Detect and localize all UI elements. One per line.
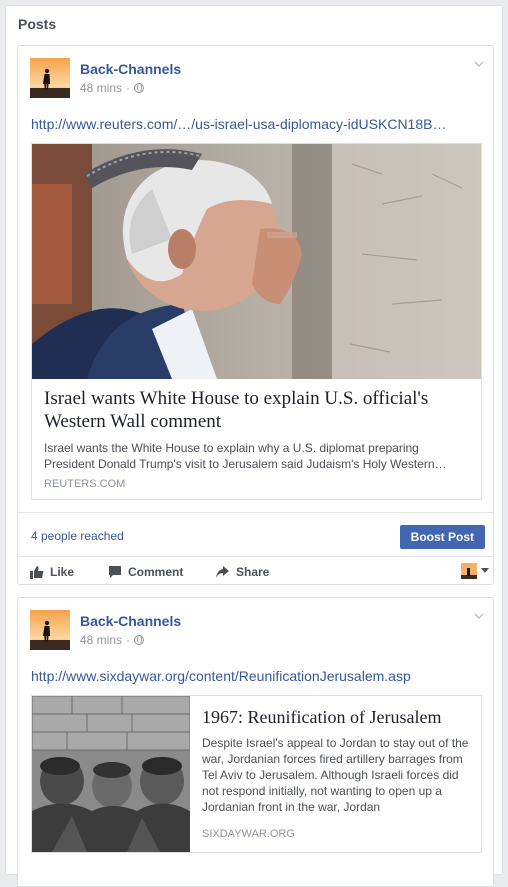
link-preview-card[interactable]: 1967: Reunification of Jerusalem Despite… <box>31 695 482 853</box>
post: Back-Channels 48 mins · http://www.reute… <box>17 45 494 585</box>
thumbs-up-icon <box>30 566 44 579</box>
link-preview-title[interactable]: Israel wants White House to explain U.S.… <box>44 387 469 433</box>
link-preview-image[interactable] <box>32 144 481 379</box>
link-preview-body: 1967: Reunification of Jerusalem Despite… <box>190 696 481 852</box>
page-avatar-small <box>461 563 477 579</box>
post-time[interactable]: 48 mins <box>80 633 122 647</box>
post-time[interactable]: 48 mins <box>80 81 122 95</box>
like-button[interactable]: Like <box>30 565 74 579</box>
link-preview-domain: SIXDAYWAR.ORG <box>202 828 295 840</box>
post-options-chevron-icon[interactable] <box>473 610 487 624</box>
post: Back-Channels 48 mins · http://www.sixda… <box>17 597 494 887</box>
meta-separator: · <box>126 633 131 647</box>
page-avatar[interactable] <box>30 610 70 650</box>
people-reached-link[interactable]: 4 people reached <box>31 529 124 543</box>
post-link[interactable]: http://www.sixdaywar.org/content/Reunifi… <box>31 668 461 684</box>
globe-icon <box>134 83 145 93</box>
post-actions: Like Comment Share <box>18 556 493 586</box>
link-preview-title[interactable]: 1967: Reunification of Jerusalem <box>202 706 469 728</box>
link-preview-description: Despite Israel's appeal to Jordan to sta… <box>202 736 469 814</box>
link-preview-domain: REUTERS.COM <box>44 478 126 490</box>
like-label: Like <box>50 565 75 579</box>
globe-icon <box>134 635 145 645</box>
caret-down-icon <box>481 568 489 573</box>
link-preview-body: Israel wants White House to explain U.S.… <box>32 379 481 490</box>
boost-post-button[interactable]: Boost Post <box>399 525 485 549</box>
share-label: Share <box>236 565 270 579</box>
link-preview-card[interactable]: Israel wants White House to explain U.S.… <box>31 143 482 500</box>
comment-icon <box>109 566 121 578</box>
post-author[interactable]: Back-Channels <box>80 61 181 77</box>
link-preview-description: Israel wants the White House to explain … <box>44 441 447 471</box>
comment-label: Comment <box>128 565 184 579</box>
insights-bar: 4 people reached Boost Post <box>18 512 493 556</box>
post-as-selector[interactable] <box>461 563 489 579</box>
link-preview-image[interactable] <box>32 696 190 852</box>
comment-button[interactable]: Comment <box>108 565 183 579</box>
meta-separator: · <box>126 81 131 95</box>
panel-title: Posts <box>18 16 57 32</box>
post-link[interactable]: http://www.reuters.com/…/us-israel-usa-d… <box>31 116 461 132</box>
post-meta: 48 mins · <box>80 633 145 647</box>
post-meta: 48 mins · <box>80 81 145 95</box>
share-button[interactable]: Share <box>215 565 269 579</box>
post-options-chevron-icon[interactable] <box>473 58 487 72</box>
post-author[interactable]: Back-Channels <box>80 613 181 629</box>
page-avatar[interactable] <box>30 58 70 98</box>
share-icon <box>216 566 229 578</box>
posts-panel: Posts Back-Channels 48 mins · http://www… <box>5 5 503 887</box>
